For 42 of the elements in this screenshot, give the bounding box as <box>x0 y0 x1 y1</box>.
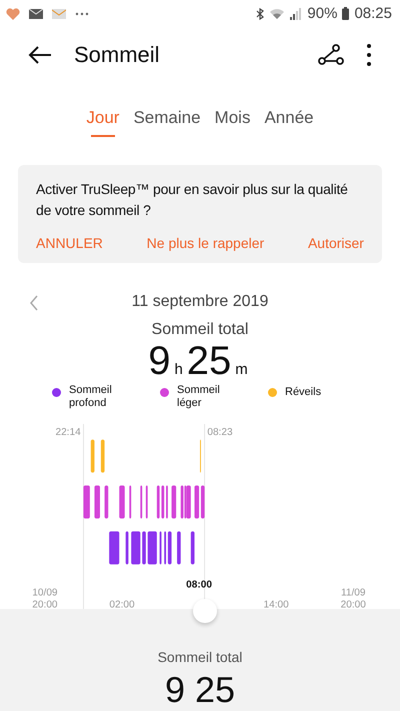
period-tab[interactable]: Mois <box>208 100 258 138</box>
prompt-text: Activer TruSleep™ pour en savoir plus sur la qualité de votre sommeil ? <box>36 180 349 220</box>
back-arrow-icon[interactable] <box>28 45 52 66</box>
axis-date: 10/09 <box>32 587 58 598</box>
heart-icon <box>6 8 20 20</box>
more-options-icon[interactable] <box>366 43 372 68</box>
page-title: Sommeil <box>74 42 160 68</box>
more-icon <box>75 12 89 16</box>
hours-unit: h <box>174 361 183 378</box>
slider-thumb[interactable] <box>193 599 217 624</box>
mail-icon <box>29 8 43 19</box>
prompt-action-button[interactable]: Autoriser <box>308 231 364 256</box>
share-icon[interactable] <box>318 44 344 66</box>
axis-time: 14:00 <box>264 599 289 610</box>
sleep-start-time: 22:14 <box>55 426 81 438</box>
wifi-icon <box>269 8 286 20</box>
total-value: 9 25 <box>164 669 236 711</box>
hours-value: 9 <box>148 339 170 384</box>
signal-icon <box>290 8 302 20</box>
legend-label: Sommeil profond <box>69 384 113 410</box>
period-tab[interactable]: Semaine <box>126 100 208 138</box>
prompt-action-button[interactable]: Ne plus le rappeler <box>146 231 264 256</box>
axis-time: 20:00 <box>340 599 366 610</box>
battery-percent: 90% <box>307 5 338 22</box>
minutes-unit: m <box>235 361 248 378</box>
total-label: Sommeil total <box>156 649 244 666</box>
prompt-action-button[interactable]: ANNULER <box>36 231 103 256</box>
date-label: 11 septembre 2019 <box>132 293 268 310</box>
battery-icon <box>342 7 350 20</box>
minutes-value: 25 <box>186 339 232 384</box>
axis-time: 02:00 <box>109 599 135 610</box>
sleep-end-time: 08:23 <box>207 426 233 438</box>
selected-time: 08:00 <box>186 579 212 590</box>
legend-label: Sommeil léger <box>177 384 221 410</box>
bluetooth-icon <box>256 8 264 20</box>
legend-label: Réveils <box>285 386 322 399</box>
axis-date: 11/09 <box>341 587 366 598</box>
total-label: Sommeil total <box>150 321 250 340</box>
mail-icon <box>52 8 66 19</box>
status-time: 08:25 <box>354 5 392 22</box>
axis-time: 20:00 <box>32 599 58 610</box>
period-tab[interactable]: Année <box>257 100 321 138</box>
